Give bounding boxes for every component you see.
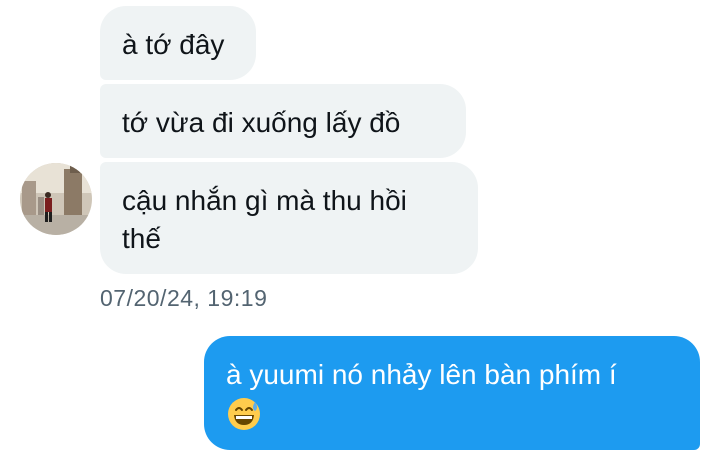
received-message-bubble[interactable]: tớ vừa đi xuống lấy đồ: [100, 84, 466, 158]
received-message-bubble[interactable]: cậu nhắn gì mà thu hồi thế: [100, 162, 478, 274]
message-text-line: cậu nhắn gì mà thu hồi: [122, 185, 407, 216]
received-message-bubble[interactable]: à tớ đây: [100, 6, 256, 80]
message-timestamp: 07/20/24, 19:19: [100, 285, 268, 311]
contact-avatar[interactable]: [20, 163, 92, 235]
avatar-photo: [20, 163, 92, 235]
message-text: à tớ đây: [122, 29, 225, 60]
message-text: à yuumi nó nhảy lên bàn phím í: [226, 359, 617, 390]
message-text: tớ vừa đi xuống lấy đồ: [122, 107, 401, 138]
sent-message-bubble[interactable]: à yuumi nó nhảy lên bàn phím í: [204, 336, 700, 450]
grinning-sweat-emoji-icon: [226, 396, 262, 442]
message-text-line: thế: [122, 223, 161, 254]
